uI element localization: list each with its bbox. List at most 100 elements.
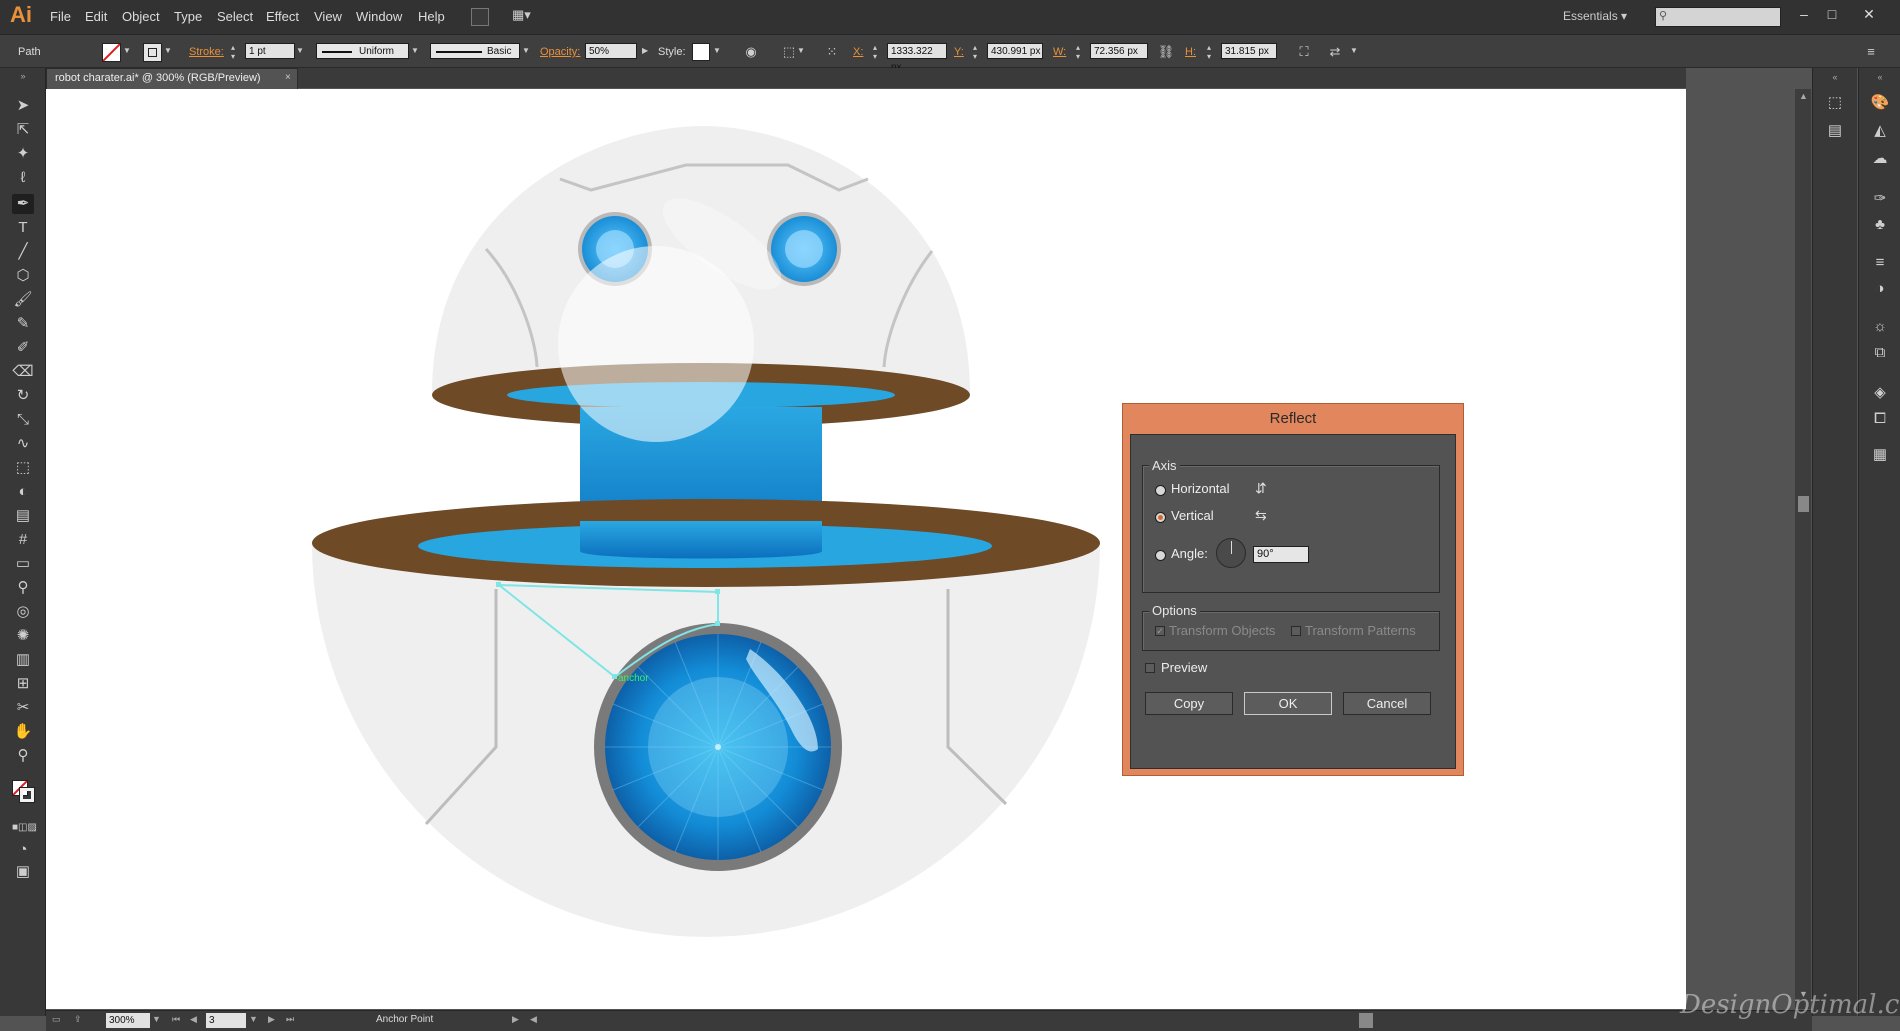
x-label[interactable]: X: [853, 46, 863, 58]
copy-button[interactable]: Copy [1145, 692, 1233, 715]
y-field[interactable]: 430.991 px [987, 43, 1043, 59]
variable-width-profile[interactable]: Uniform [316, 43, 409, 59]
last-artboard-icon[interactable]: ⏭ [286, 1014, 294, 1025]
asset-export-icon[interactable]: ▦ [1869, 444, 1891, 466]
angle-input[interactable]: 90° [1253, 546, 1309, 563]
paintbrush-tool-icon[interactable]: 🖌 [12, 290, 34, 310]
zoom-field[interactable]: 300% [106, 1013, 150, 1028]
share-icon[interactable]: ⇪ [74, 1014, 82, 1025]
menu-select[interactable]: Select [217, 9, 253, 24]
appearance-icon[interactable]: ☼ [1869, 316, 1891, 338]
symbols-icon[interactable]: ♣ [1869, 214, 1891, 236]
transform-patterns-label[interactable]: Transform Patterns [1305, 623, 1416, 638]
graphic-style-swatch[interactable] [692, 43, 710, 61]
eraser-tool-icon[interactable]: ⌫ [12, 362, 34, 382]
panel-menu-icon[interactable]: ≡ [1862, 43, 1880, 61]
align-dropdown-icon[interactable]: ▼ [797, 46, 805, 55]
libraries-icon[interactable]: ☁ [1869, 148, 1891, 170]
angle-label[interactable]: Angle: [1171, 546, 1208, 561]
transform-patterns-checkbox[interactable] [1291, 626, 1301, 636]
perspective-grid-tool-icon[interactable]: ▤ [12, 506, 34, 526]
y-stepper-icon[interactable]: ▴ ▾ [973, 43, 977, 61]
stroke-dropdown-icon[interactable]: ▼ [164, 46, 172, 55]
w-field[interactable]: 72.356 px [1090, 43, 1148, 59]
minimize-icon[interactable]: – [1790, 3, 1818, 25]
selection-tool-icon[interactable]: ➤ [12, 96, 34, 116]
shape-tool-icon[interactable]: ⬡ [12, 266, 34, 286]
graph-tool-icon[interactable]: ▥ [12, 650, 34, 670]
menu-file[interactable]: File [50, 9, 71, 24]
bridge-icon[interactable] [471, 8, 489, 26]
layers-icon[interactable]: ◈ [1869, 382, 1891, 404]
preview-checkbox[interactable] [1145, 663, 1155, 673]
pencil-tool-icon[interactable]: ✎ [12, 314, 34, 334]
horizontal-label[interactable]: Horizontal [1171, 481, 1230, 496]
expand-dock-icon[interactable]: « [1869, 66, 1891, 88]
arrange-documents-icon[interactable]: ▦▾ [512, 7, 532, 23]
w-label[interactable]: W: [1053, 46, 1066, 58]
align-panel-icon[interactable]: ▤ [1824, 120, 1846, 142]
h-stepper-icon[interactable]: ▴ ▾ [1207, 43, 1211, 61]
pen-tool-icon[interactable]: ✒ [12, 194, 34, 214]
x-field[interactable]: 1333.322 px [887, 43, 947, 73]
w-stepper-icon[interactable]: ▴ ▾ [1076, 43, 1080, 61]
horizontal-radio[interactable] [1155, 485, 1166, 496]
rotate-tool-icon[interactable]: ↻ [12, 386, 34, 406]
stroke-label[interactable]: Stroke: [189, 46, 224, 58]
stroke-panel-icon[interactable]: ≡ [1869, 252, 1891, 274]
preview-label[interactable]: Preview [1161, 660, 1207, 675]
type-tool-icon[interactable]: T [12, 218, 34, 238]
mesh-tool-icon[interactable]: # [12, 530, 34, 550]
anchor-point[interactable] [496, 582, 501, 587]
workspace-switcher[interactable]: Essentials ▾ [1563, 9, 1627, 23]
menu-object[interactable]: Object [122, 9, 160, 24]
lasso-tool-icon[interactable]: ℓ [12, 168, 34, 188]
menu-help[interactable]: Help [418, 9, 445, 24]
vertical-scrollbar[interactable]: ▲ ▼ [1795, 89, 1811, 1009]
status-icon[interactable]: ▭ [52, 1014, 61, 1025]
close-tab-icon[interactable]: × [285, 72, 291, 83]
line-tool-icon[interactable]: ╱ [12, 242, 34, 262]
transform-objects-checkbox[interactable]: ✓ [1155, 626, 1165, 636]
recolor-artwork-icon[interactable]: ◉ [742, 43, 760, 61]
menu-effect[interactable]: Effect [266, 9, 299, 24]
anchor-point[interactable] [715, 621, 720, 626]
artboards-icon[interactable]: ⧠ [1869, 408, 1891, 430]
first-artboard-icon[interactable]: ⏮ [172, 1014, 180, 1025]
scroll-left-icon[interactable]: ◀ [530, 1014, 537, 1025]
magic-wand-tool-icon[interactable]: ✦ [12, 144, 34, 164]
vertical-label[interactable]: Vertical [1171, 508, 1214, 523]
profile-dropdown-icon[interactable]: ▼ [411, 46, 419, 55]
stroke-weight-field[interactable]: 1 pt [245, 43, 295, 59]
symbol-sprayer-tool-icon[interactable]: ✺ [12, 626, 34, 646]
anchor-point[interactable] [715, 589, 720, 594]
align-to-icon[interactable]: ⬚ [780, 43, 798, 61]
h-field[interactable]: 31.815 px [1221, 43, 1277, 59]
style-dropdown-icon[interactable]: ▼ [713, 46, 721, 55]
slice-tool-icon[interactable]: ✂ [12, 698, 34, 718]
y-label[interactable]: Y: [954, 46, 964, 58]
anchor-point[interactable] [612, 674, 617, 679]
close-icon[interactable]: ✕ [1855, 3, 1883, 25]
artboard-number-field[interactable]: 3 [206, 1013, 246, 1028]
opacity-label[interactable]: Opacity: [540, 46, 580, 58]
graphic-styles-icon[interactable]: ⧉ [1869, 342, 1891, 364]
h-label[interactable]: H: [1185, 46, 1196, 58]
menu-view[interactable]: View [314, 9, 342, 24]
isolate-object-icon[interactable]: ⛶ [1295, 43, 1313, 61]
transform-options-icon[interactable]: ⇄ [1326, 43, 1344, 61]
angle-dial[interactable] [1216, 538, 1246, 568]
angle-radio[interactable] [1155, 550, 1166, 561]
scroll-up-icon[interactable]: ▲ [1799, 91, 1808, 101]
brush-dropdown-icon[interactable]: ▼ [522, 46, 530, 55]
brush-definition[interactable]: Basic [430, 43, 520, 59]
stroke-weight-dropdown-icon[interactable]: ▼ [296, 46, 304, 55]
maximize-icon[interactable]: □ [1818, 3, 1846, 25]
opacity-dropdown-icon[interactable]: ▶ [642, 46, 648, 55]
menu-type[interactable]: Type [174, 9, 202, 24]
gradient-panel-icon[interactable]: ◑ [1869, 278, 1891, 300]
direct-selection-tool-icon[interactable]: ⇱ [12, 120, 34, 140]
artboard-tool-icon[interactable]: ⊞ [12, 674, 34, 694]
blob-brush-tool-icon[interactable]: ✐ [12, 338, 34, 358]
vertical-radio[interactable] [1155, 512, 1166, 523]
